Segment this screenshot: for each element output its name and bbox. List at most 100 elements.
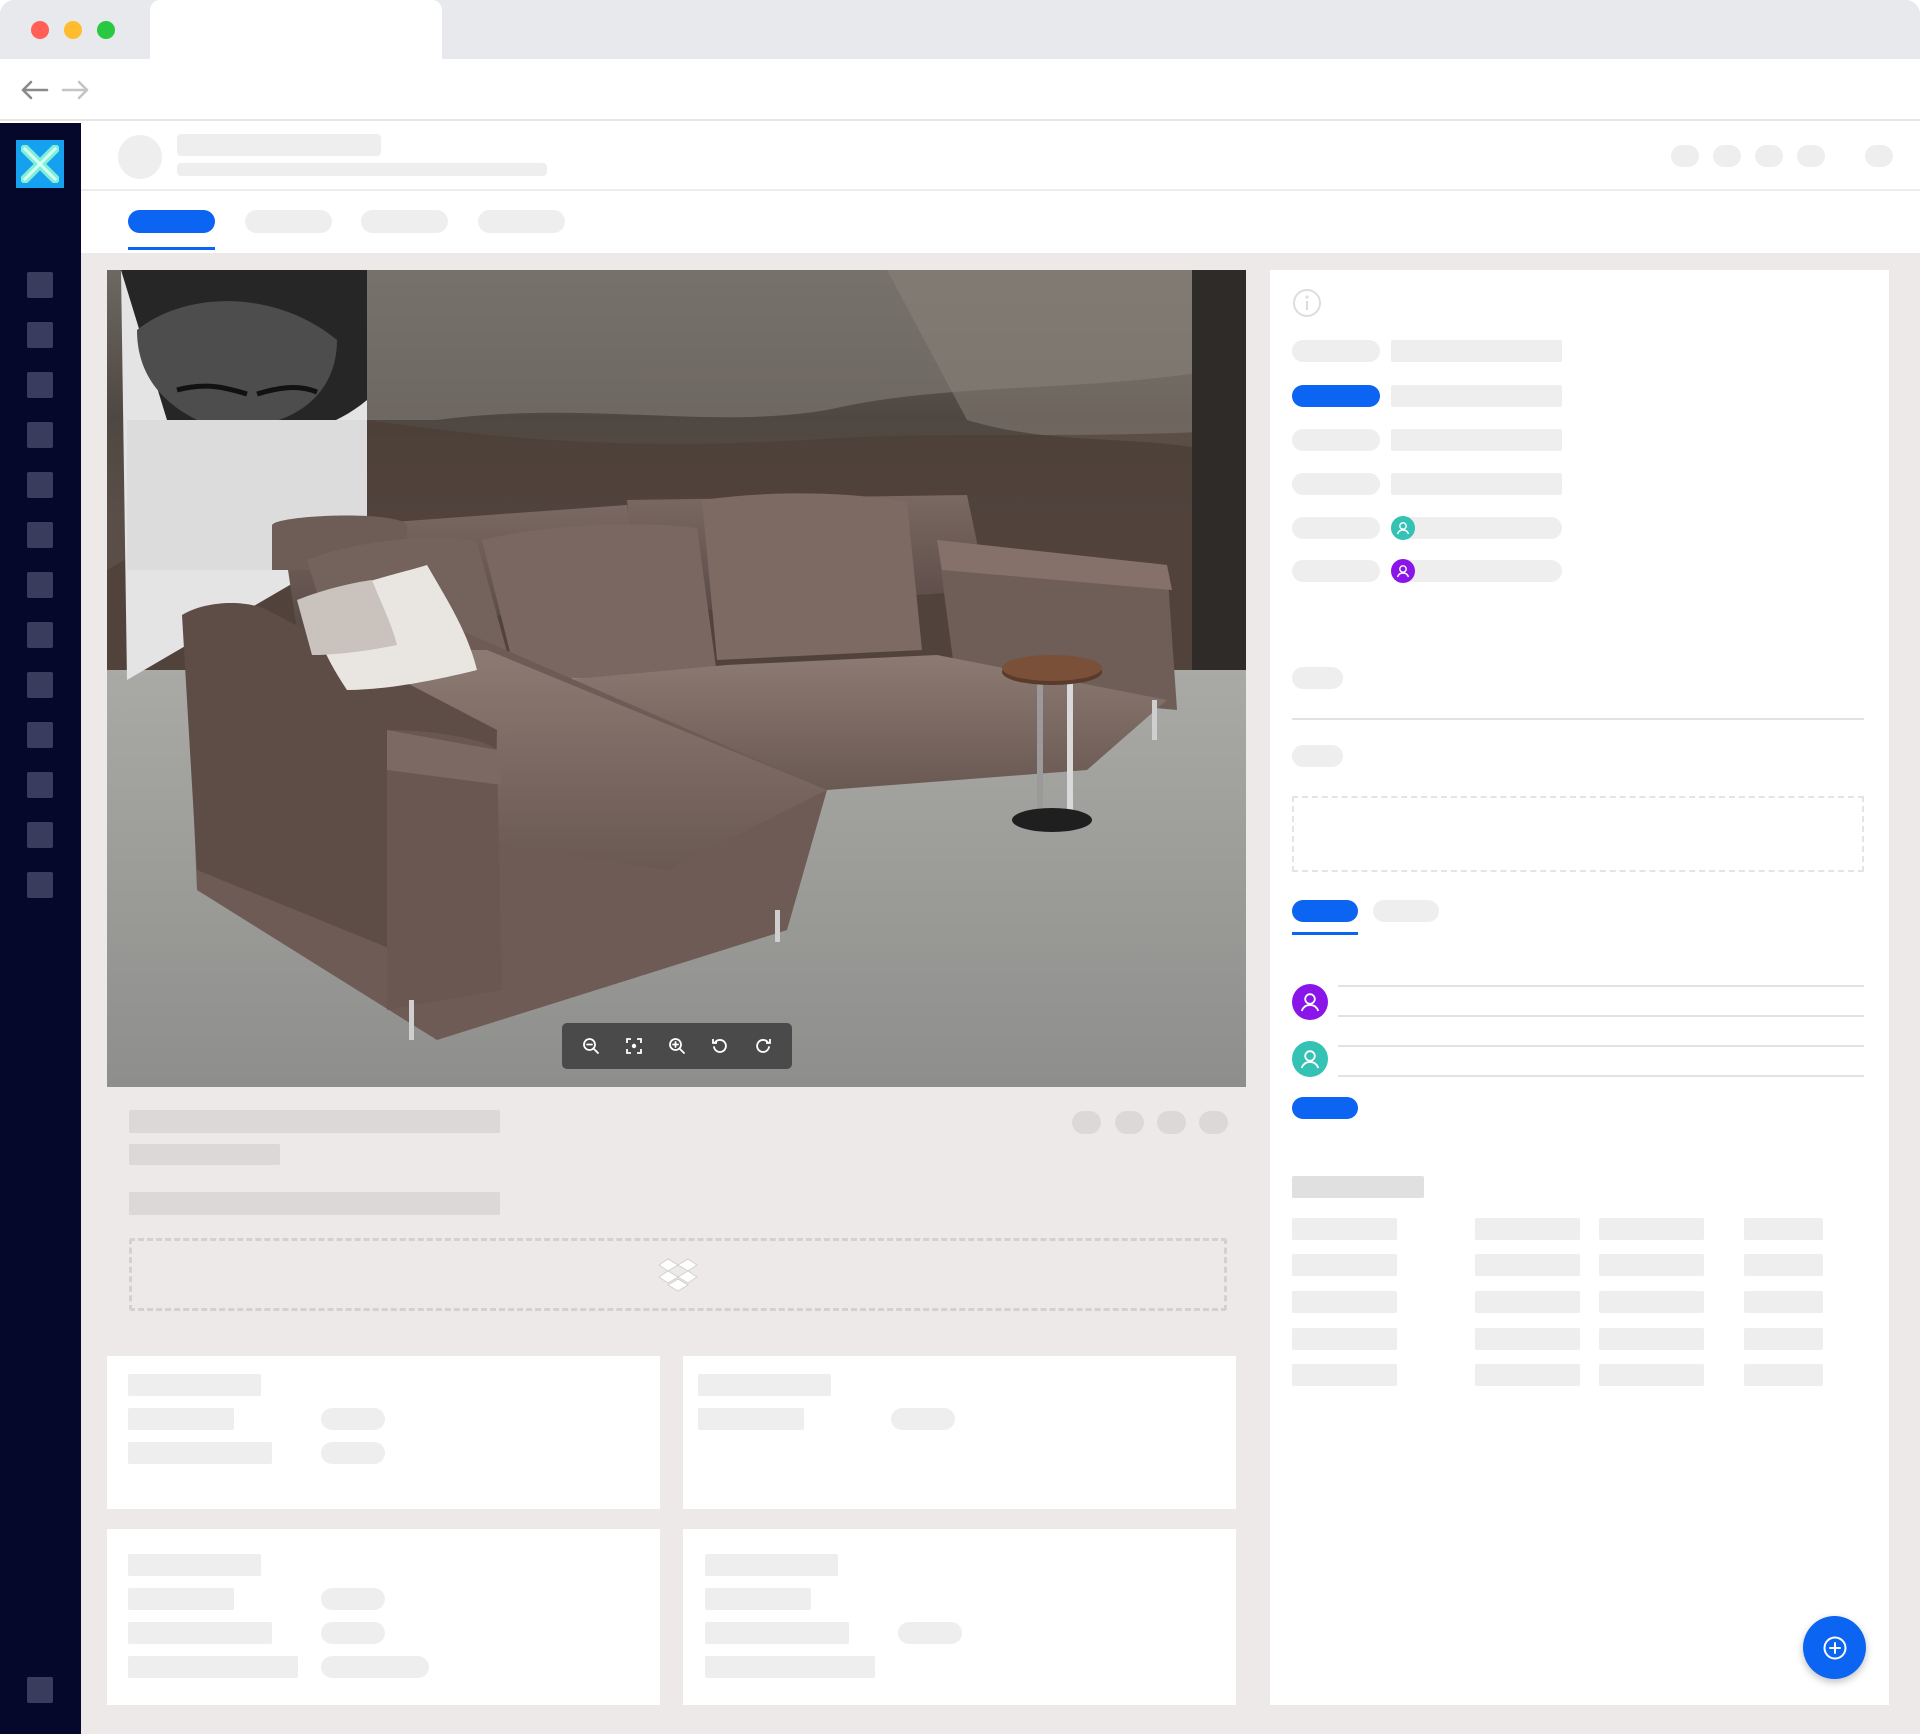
comment-line — [1338, 1015, 1864, 1017]
file-dropzone[interactable] — [129, 1238, 1227, 1311]
sidebar-item[interactable] — [27, 822, 53, 848]
assignee-chip[interactable] — [1391, 560, 1562, 582]
table-cell — [1292, 1364, 1397, 1386]
table-cell — [1292, 1328, 1397, 1350]
tab[interactable] — [361, 210, 448, 233]
comment-input[interactable] — [1292, 796, 1864, 872]
tab-activity[interactable] — [1373, 900, 1439, 922]
table-title — [1292, 1176, 1424, 1198]
image-viewer[interactable] — [107, 270, 1246, 1087]
browser-toolbar — [0, 59, 1920, 121]
sofa-photo — [107, 270, 1246, 1087]
avatar — [1292, 984, 1328, 1020]
header-action-button[interactable] — [1671, 145, 1699, 167]
table-cell — [1744, 1364, 1823, 1386]
app-logo[interactable] — [16, 140, 64, 188]
card-label — [128, 1622, 272, 1644]
card-label — [698, 1408, 804, 1430]
fit-screen-icon — [626, 1038, 643, 1054]
table-cell — [1744, 1218, 1823, 1240]
tab[interactable] — [245, 210, 332, 233]
table-cell — [1475, 1254, 1580, 1276]
sidebar-item[interactable] — [27, 522, 53, 548]
forward-button[interactable] — [59, 73, 93, 107]
zoom-in-icon — [669, 1038, 685, 1054]
info-card — [107, 1356, 660, 1509]
card-label — [705, 1588, 811, 1610]
rotate-right-button[interactable] — [748, 1031, 778, 1061]
asset-subtitle — [129, 1144, 280, 1165]
card-title — [705, 1554, 838, 1576]
sidebar-item[interactable] — [27, 772, 53, 798]
sidebar-item[interactable] — [27, 372, 53, 398]
browser-tab[interactable] — [150, 0, 442, 59]
sidebar-item[interactable] — [27, 622, 53, 648]
asset-action-button[interactable] — [1115, 1111, 1144, 1134]
table-cell — [1599, 1328, 1704, 1350]
arrow-right-icon — [61, 80, 89, 100]
dropbox-icon — [658, 1257, 698, 1292]
zoom-in-button[interactable] — [662, 1031, 692, 1061]
app-sidebar — [0, 123, 81, 1734]
sidebar-item[interactable] — [27, 322, 53, 348]
maximize-window-button[interactable] — [97, 21, 115, 39]
user-avatar-icon — [1391, 516, 1415, 540]
page-title — [177, 134, 381, 156]
add-button[interactable] — [1803, 1616, 1866, 1679]
card-value — [321, 1656, 429, 1678]
detail-value — [1391, 385, 1562, 407]
header-action-button[interactable] — [1797, 145, 1825, 167]
header-action-button[interactable] — [1713, 145, 1741, 167]
card-label — [705, 1622, 849, 1644]
sidebar-item[interactable] — [27, 872, 53, 898]
reply-button[interactable] — [1292, 1097, 1358, 1119]
status-badge[interactable] — [1292, 385, 1380, 407]
detail-label — [1292, 517, 1380, 539]
zoom-out-icon — [583, 1038, 600, 1054]
page-subtitle — [177, 163, 547, 176]
tab[interactable] — [478, 210, 565, 233]
close-window-button[interactable] — [31, 21, 49, 39]
detail-value — [1391, 473, 1562, 495]
tab-active[interactable] — [128, 210, 215, 233]
card-label — [705, 1656, 875, 1678]
zoom-out-button[interactable] — [576, 1031, 606, 1061]
plus-circle-icon — [1823, 1636, 1846, 1659]
sidebar-item[interactable] — [27, 572, 53, 598]
back-button[interactable] — [17, 73, 51, 107]
asset-action-button[interactable] — [1072, 1111, 1101, 1134]
header-menu-button[interactable] — [1865, 145, 1893, 167]
asset-action-button[interactable] — [1157, 1111, 1186, 1134]
sidebar-item[interactable] — [27, 422, 53, 448]
sidebar-item[interactable] — [27, 272, 53, 298]
card-value — [321, 1622, 385, 1644]
rotate-left-button[interactable] — [705, 1031, 735, 1061]
sidebar-item[interactable] — [27, 722, 53, 748]
asset-action-button[interactable] — [1199, 1111, 1228, 1134]
sidebar-item[interactable] — [27, 672, 53, 698]
sidebar-item[interactable] — [27, 472, 53, 498]
minimize-window-button[interactable] — [64, 21, 82, 39]
table-cell — [1292, 1291, 1397, 1313]
info-icon — [1293, 289, 1321, 317]
avatar — [1292, 1041, 1328, 1077]
info-card — [683, 1356, 1236, 1509]
browser-titlebar — [0, 0, 1920, 59]
sidebar-item[interactable] — [27, 1677, 53, 1703]
header-action-button[interactable] — [1755, 145, 1783, 167]
avatar[interactable] — [118, 135, 162, 179]
card-label — [128, 1442, 272, 1464]
rotate-right-icon — [755, 1039, 771, 1053]
assignee-chip[interactable] — [1391, 517, 1562, 539]
comment-line — [1338, 1075, 1864, 1077]
fit-screen-button[interactable] — [619, 1031, 649, 1061]
image-zoom-toolbar — [562, 1023, 792, 1069]
asset-description — [129, 1192, 500, 1215]
card-value — [891, 1408, 955, 1430]
tab-bar — [81, 191, 1920, 253]
divider — [1292, 718, 1864, 720]
table-cell — [1599, 1218, 1704, 1240]
detail-label — [1292, 560, 1380, 582]
tab-comments[interactable] — [1292, 900, 1358, 922]
info-card — [107, 1529, 660, 1705]
